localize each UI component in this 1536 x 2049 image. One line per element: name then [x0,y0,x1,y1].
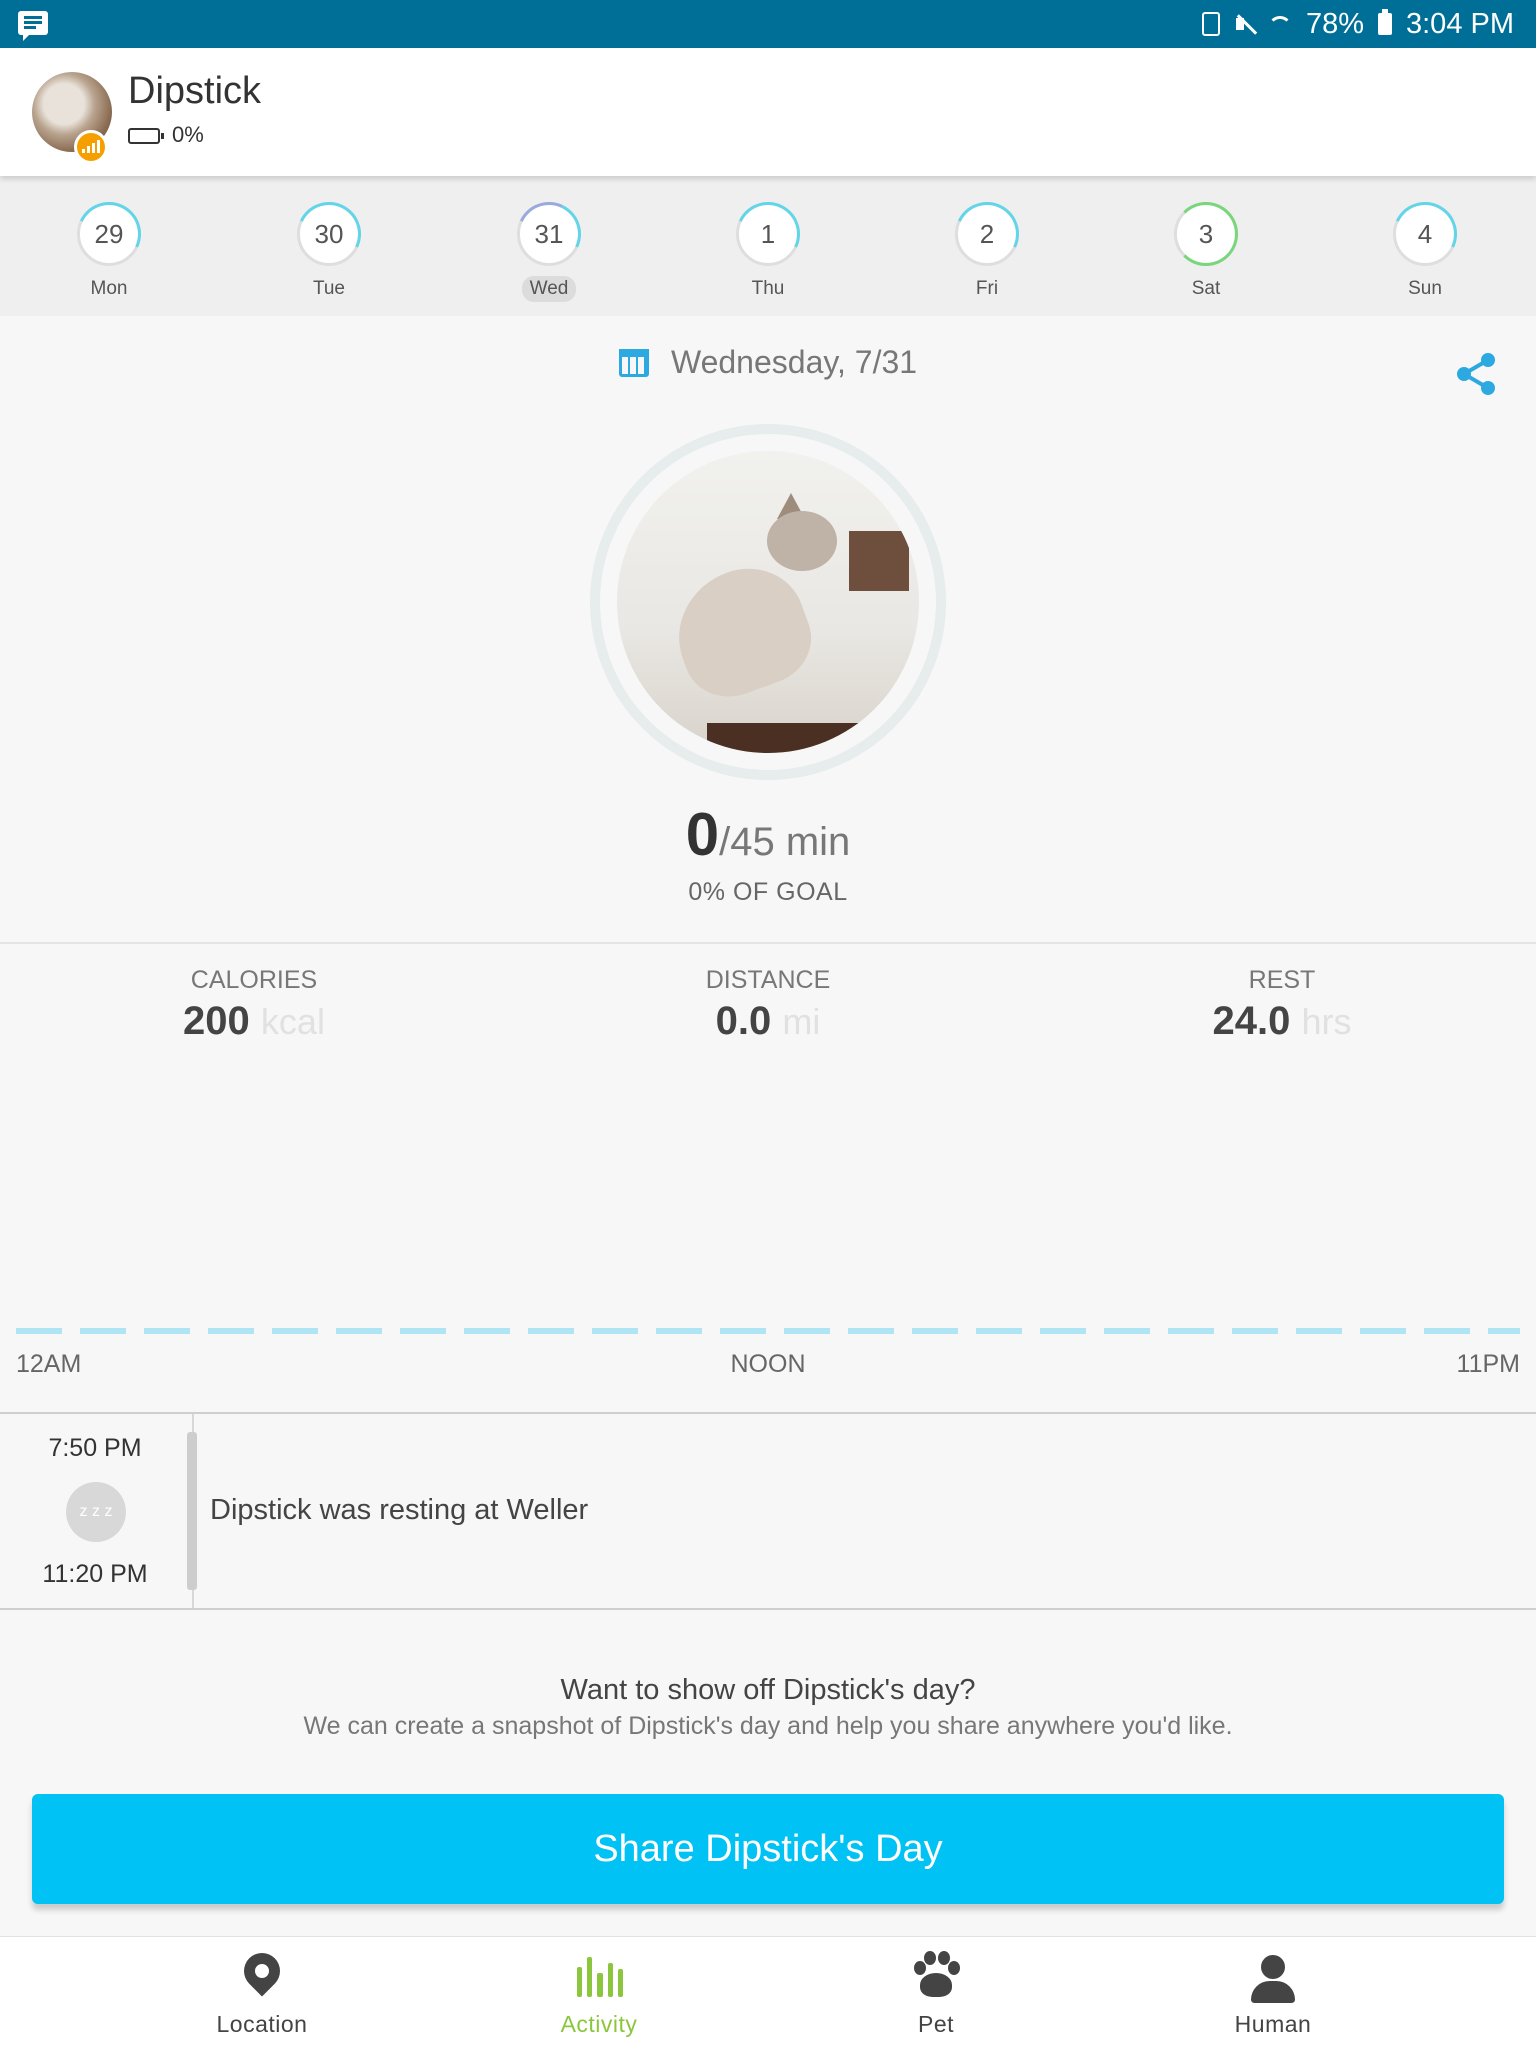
timeline-baseline [16,1328,1520,1334]
location-pin-icon [232,1945,292,2007]
mute-icon [1234,12,1254,36]
day-number: 31 [517,202,581,266]
day-number: 2 [955,202,1019,266]
day-item[interactable]: 3 Sat [1156,202,1256,302]
signal-badge-icon [74,130,108,164]
pet-header[interactable]: Dipstick 0% [0,48,1536,176]
stats-row: CALORIES 200 kcal DISTANCE 0.0 mi REST 2… [0,942,1536,1082]
week-selector: 29 Mon 30 Tue 31 Wed 1 Thu 2 Fri 3 Sat 4… [0,176,1536,316]
pet-photo [617,451,919,753]
stat-rest: REST 24.0 hrs [1082,966,1482,1044]
event-end-time: 11:20 PM [42,1560,148,1588]
day-label: Sun [1408,278,1442,299]
calendar-icon[interactable] [618,349,649,377]
wifi-icon [1267,16,1292,40]
event-duration-bar [187,1432,197,1590]
status-bar: 78% 3:04 PM [0,0,1536,48]
share-prompt-subtitle: We can create a snapshot of Dipstick's d… [303,1712,1233,1740]
day-label: Mon [90,278,128,299]
tracker-battery-percent: 0% [172,122,204,147]
day-label: Sat [1191,278,1221,299]
stat-unit: mi [782,1001,821,1042]
nav-label: Human [1234,2011,1312,2037]
minutes-goal: /45 min [719,820,851,864]
stat-label: CALORIES [190,966,318,994]
status-icons: 78% 3:04 PM [1201,6,1514,42]
nav-label: Location [216,2011,308,2037]
nav-activity[interactable]: Activity [449,1951,749,2038]
paw-icon [906,1951,966,2007]
sleep-icon: z z z [66,1482,126,1542]
stat-distance: DISTANCE 0.0 mi [568,966,968,1044]
stat-value: 0.0 [715,999,772,1043]
tracker-battery-icon [128,128,164,144]
stat-value: 24.0 [1212,999,1291,1043]
day-number: 29 [77,202,141,266]
day-number: 3 [1174,202,1238,266]
date-text: Wednesday, 7/31 [670,344,918,380]
stat-calories: CALORIES 200 kcal [54,966,454,1044]
nav-pet[interactable]: Pet [786,1951,1086,2038]
day-number: 30 [297,202,361,266]
day-item[interactable]: 30 Tue [279,202,379,302]
battery-saver-icon [1201,12,1220,36]
event-description: Dipstick was resting at Weller [210,1494,589,1526]
nav-human[interactable]: Human [1123,1951,1423,2038]
battery-icon [1378,9,1392,35]
person-icon [1243,1951,1303,2007]
minutes-value: 0 [685,801,720,868]
day-number: 1 [736,202,800,266]
share-day-button[interactable]: Share Dipstick's Day [32,1794,1504,1904]
event-start-time: 7:50 PM [48,1434,142,1462]
share-icon[interactable] [1452,350,1500,398]
timeline-end-label: 11PM [1456,1350,1520,1378]
stat-label: DISTANCE [705,966,831,994]
timeline-event[interactable]: 7:50 PM z z z 11:20 PM Dipstick was rest… [0,1412,1536,1610]
nav-location[interactable]: Location [112,1945,412,2038]
stat-unit: kcal [260,1001,325,1042]
day-label: Thu [751,278,785,299]
goal-percent: 0% OF GOAL [688,878,848,906]
day-item[interactable]: 2 Fri [937,202,1037,302]
nav-label: Pet [917,2011,955,2037]
day-item-selected[interactable]: 31 Wed [499,202,599,302]
share-prompt-title: Want to show off Dipstick's day? [560,1674,976,1706]
stat-label: REST [1248,966,1316,994]
day-label: Wed [521,276,577,302]
bottom-nav: Location Activity Pet Human [0,1936,1536,2049]
day-number: 4 [1393,202,1457,266]
stat-unit: hrs [1301,1001,1352,1042]
day-label: Tue [312,278,346,299]
activity-bars-icon [569,1951,629,2007]
nav-label: Activity [560,2011,638,2037]
day-item[interactable]: 4 Sun [1375,202,1475,302]
battery-percent: 78% [1305,7,1364,40]
activity-minutes: 0/45 min [0,800,1536,869]
activity-timeline[interactable]: 12AM NOON 11PM [0,1080,1536,1412]
clock: 3:04 PM [1406,7,1514,40]
pet-name: Dipstick [128,70,262,112]
timeline-mid-label: NOON [730,1350,806,1378]
day-item[interactable]: 1 Thu [718,202,818,302]
day-item[interactable]: 29 Mon [59,202,159,302]
day-label: Fri [975,278,999,299]
stat-value: 200 [183,999,250,1043]
date-title[interactable]: Wednesday, 7/31 [0,344,1536,381]
message-icon [18,11,48,41]
